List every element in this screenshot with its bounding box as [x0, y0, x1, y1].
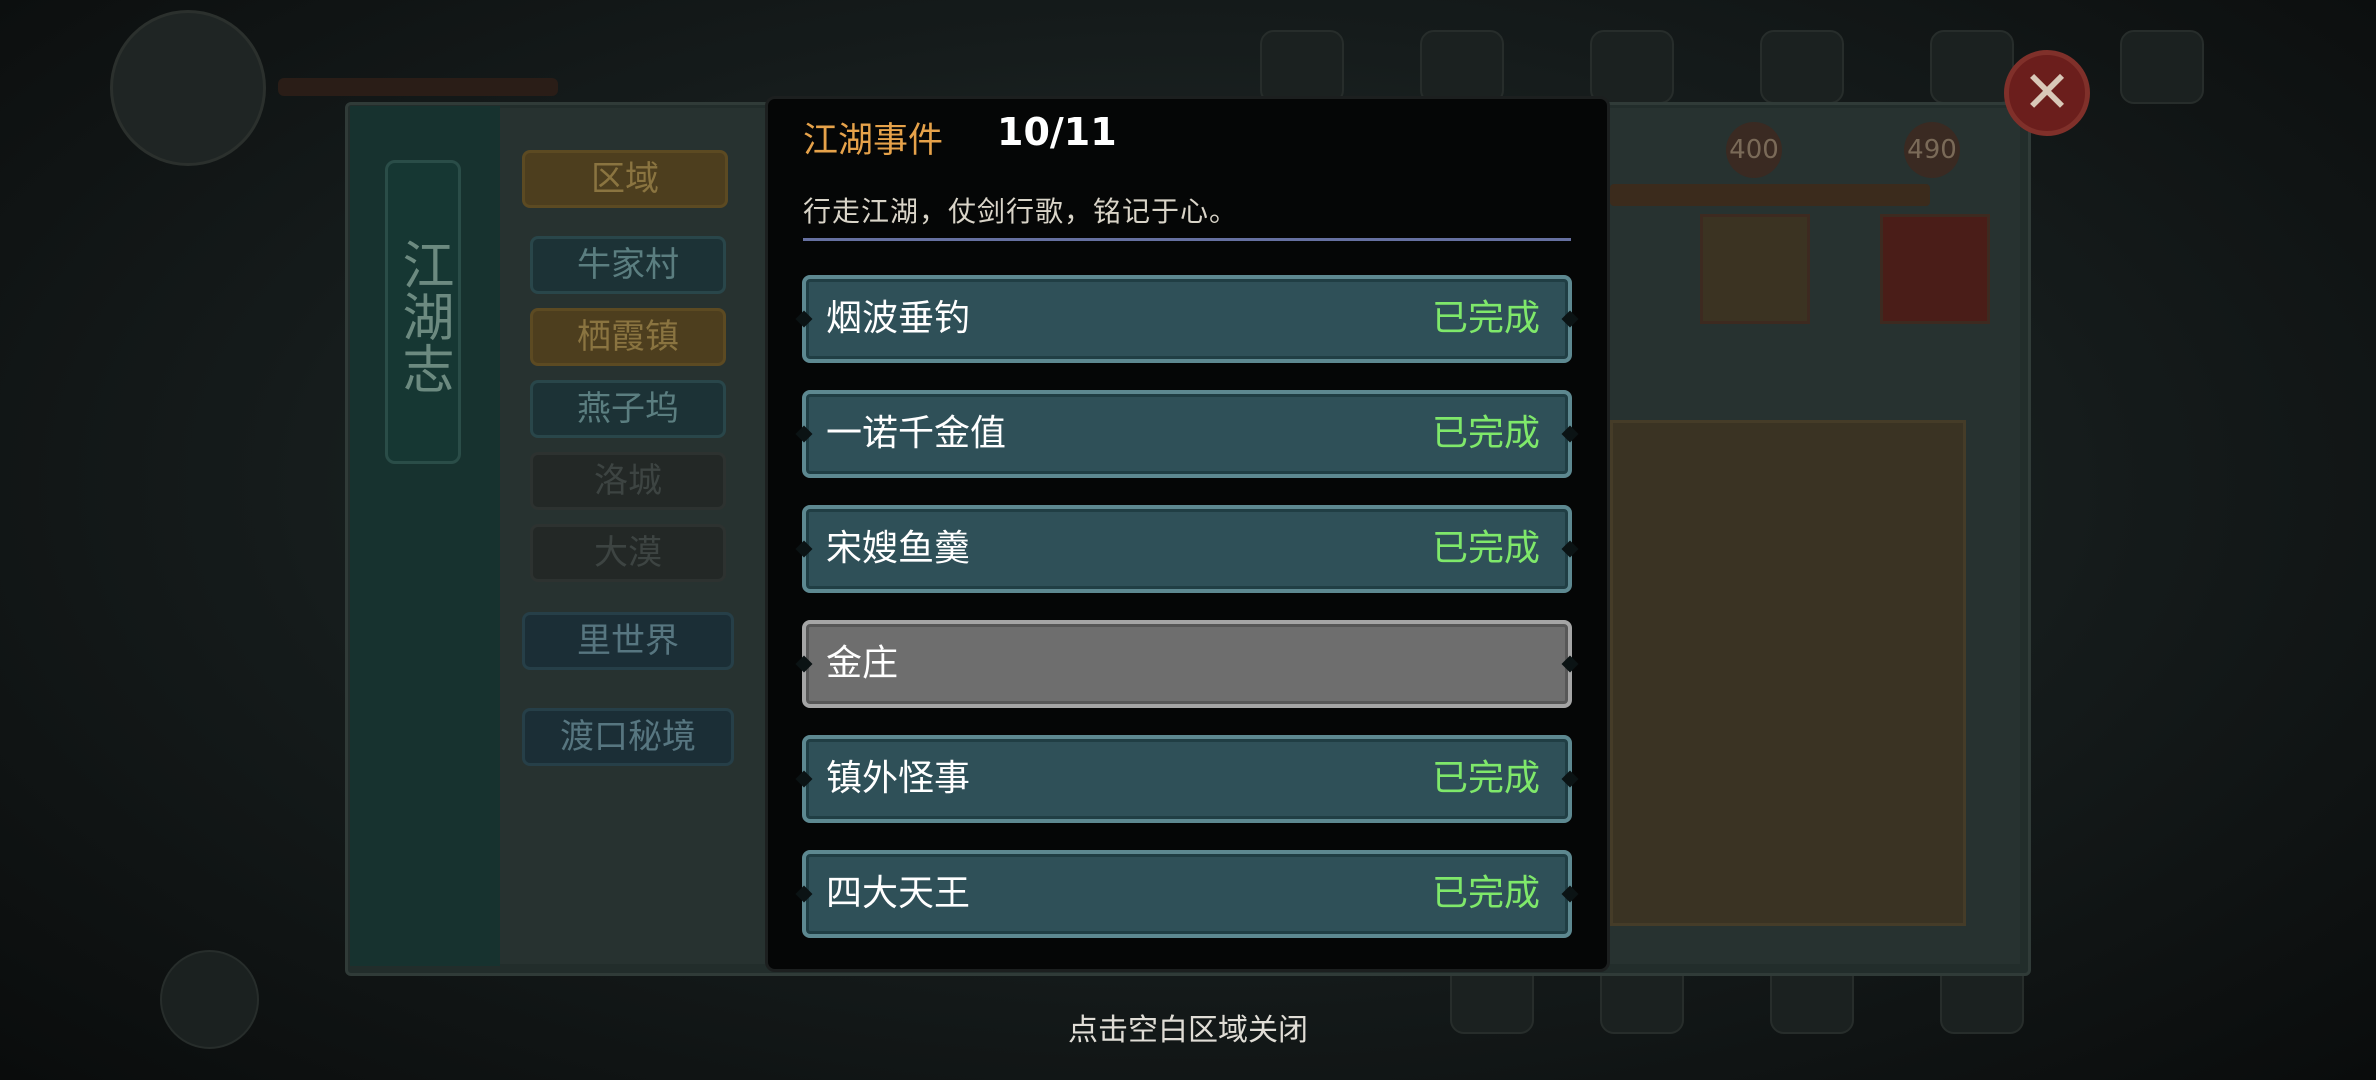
scroll-icon	[1760, 30, 1844, 104]
ferry-realm-tab: 渡口秘境	[522, 708, 734, 766]
event-status: 已完成	[1431, 758, 1540, 799]
event-name: 宋嫂鱼羹	[826, 528, 971, 569]
journal-icon	[2120, 30, 2204, 104]
close-button[interactable]: ✕	[2004, 50, 2090, 136]
region-yanziwu: 燕子坞	[530, 380, 726, 438]
region-map	[1610, 420, 1966, 926]
modal-title: 江湖事件	[803, 121, 944, 161]
event-status: 已完成	[1431, 298, 1540, 339]
event-name: 金庄	[826, 643, 899, 684]
events-count: 10/11	[997, 110, 1117, 154]
region-damo: 大漠	[530, 524, 726, 582]
player-hp-bar	[278, 78, 558, 96]
player-avatar	[110, 10, 266, 166]
reward-tile-claimed	[1700, 214, 1810, 324]
event-row[interactable]: 一诺千金值 已完成	[795, 390, 1579, 478]
region-tab: 区域	[522, 150, 728, 208]
progress-badge-400: 400	[1726, 122, 1782, 178]
region-niujiacun: 牛家村	[530, 236, 726, 294]
event-row[interactable]: 金庄	[795, 620, 1579, 708]
close-hint[interactable]: 点击空白区域关闭	[0, 1005, 2376, 1049]
event-icon	[1260, 30, 1344, 104]
pavilion-icon	[1930, 30, 2014, 104]
event-name: 四大天王	[826, 873, 971, 914]
event-status: 已完成	[1431, 413, 1540, 454]
modal-subtitle: 行走江湖，仗剑行歌，铭记于心。	[803, 195, 1239, 228]
event-name: 一诺千金值	[826, 413, 1007, 454]
event-status: 已完成	[1431, 873, 1540, 914]
event-name: 烟波垂钓	[826, 298, 971, 339]
sect-icon	[1590, 30, 1674, 104]
modal-divider	[803, 238, 1571, 241]
reward-tile	[1880, 214, 1990, 324]
progress-bar	[1610, 184, 1930, 206]
event-list: 烟波垂钓 已完成 一诺千金值 已完成 宋嫂鱼羹 已完成 金庄 镇外怪事 已完成 …	[795, 275, 1579, 965]
region-luocheng: 洛城	[530, 452, 726, 510]
region-qixiazhen: 栖霞镇	[530, 308, 726, 366]
event-row[interactable]: 烟波垂钓 已完成	[795, 275, 1579, 363]
event-row[interactable]: 镇外怪事 已完成	[795, 735, 1579, 823]
shop-icon	[1420, 30, 1504, 104]
event-name: 镇外怪事	[826, 758, 971, 799]
journal-title: 江湖志	[385, 160, 461, 464]
inner-world-tab: 里世界	[522, 612, 734, 670]
progress-badge-490: 490	[1904, 122, 1960, 178]
event-row[interactable]: 四大天王 已完成	[795, 850, 1579, 938]
event-status: 已完成	[1431, 528, 1540, 569]
event-row[interactable]: 宋嫂鱼羹 已完成	[795, 505, 1579, 593]
close-icon: ✕	[2022, 58, 2072, 126]
